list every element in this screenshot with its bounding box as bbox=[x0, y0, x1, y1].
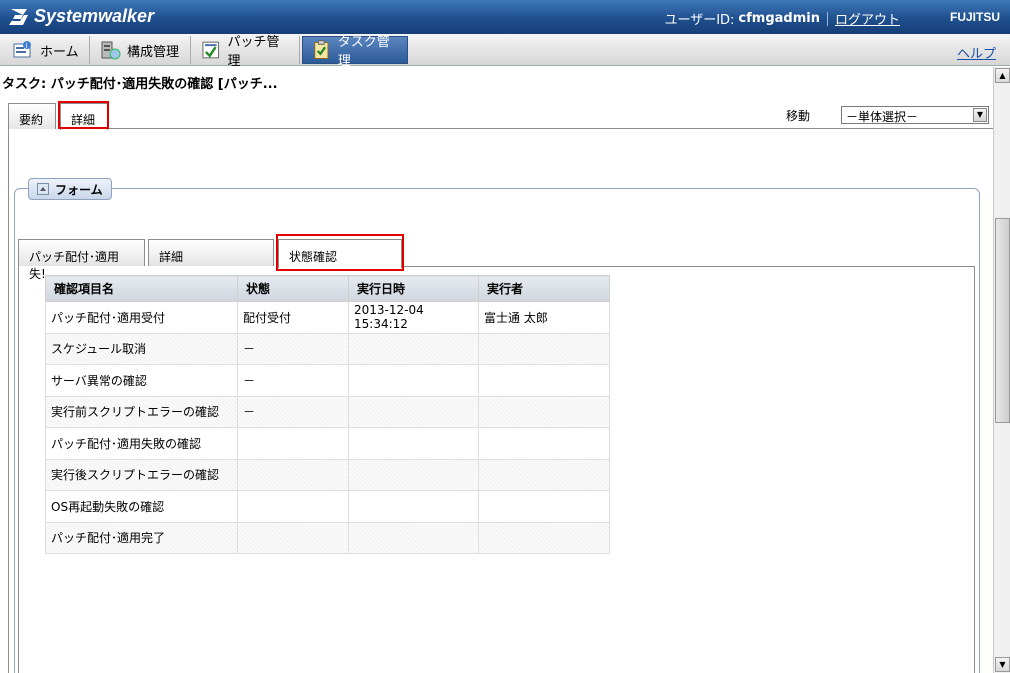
move-select[interactable]: －単体選択－ ▼ bbox=[841, 106, 989, 124]
tab-patch-failure[interactable]: パッチ配付･適用失! bbox=[18, 239, 145, 281]
cell-item: パッチ配付･適用失敗の確認 bbox=[45, 427, 238, 460]
table-row: 実行前スクリプトエラーの確認 － bbox=[45, 395, 610, 428]
scroll-thumb[interactable] bbox=[995, 218, 1010, 423]
task-icon bbox=[314, 40, 329, 59]
table-header-row: 確認項目名 状態 実行日時 実行者 bbox=[45, 275, 610, 302]
tab-form-detail[interactable]: 詳細 bbox=[148, 239, 274, 266]
move-label: 移動 bbox=[786, 109, 811, 123]
logo-text: Systemwalker bbox=[34, 6, 155, 26]
chevron-down-icon[interactable]: ▼ bbox=[973, 108, 987, 122]
cell-status bbox=[237, 490, 349, 523]
fujitsu-logo: FUJITSU bbox=[949, 10, 1000, 24]
cell-status bbox=[237, 521, 349, 554]
table-row: スケジュール取消 － bbox=[45, 332, 610, 365]
logout-link[interactable]: ログアウト bbox=[835, 9, 900, 28]
nav-task[interactable]: タスク管理 bbox=[302, 35, 408, 69]
cell-executor bbox=[478, 395, 610, 428]
cell-datetime bbox=[348, 458, 479, 491]
cell-status: － bbox=[237, 332, 349, 365]
home-icon: i bbox=[13, 41, 31, 58]
nav-patch-label: パッチ管理 bbox=[227, 35, 280, 69]
cell-status: － bbox=[237, 364, 349, 397]
divider bbox=[826, 11, 828, 26]
cell-item: 実行後スクリプトエラーの確認 bbox=[45, 458, 238, 491]
patch-icon bbox=[202, 41, 220, 59]
collapse-icon[interactable] bbox=[37, 183, 49, 195]
tab-form-detail-label: 詳細 bbox=[159, 250, 184, 264]
col-executor: 実行者 bbox=[478, 275, 610, 302]
cell-executor bbox=[478, 521, 610, 554]
nav-configuration-label: 構成管理 bbox=[127, 44, 180, 60]
col-item-name: 確認項目名 bbox=[45, 275, 238, 302]
cell-item: OS再起動失敗の確認 bbox=[45, 490, 238, 523]
app-header: Systemwalker ユーザーID: cfmgadmin ログアウト FUJ… bbox=[0, 0, 1010, 34]
nav-configuration[interactable]: 構成管理 bbox=[91, 36, 191, 64]
main-nav: i ホーム 構成管理 パッチ管理 タスク管理 ヘルプ bbox=[0, 34, 1010, 69]
page-title: タスク: パッチ配付･適用失敗の確認 [パッチ... bbox=[2, 77, 278, 92]
vertical-scrollbar[interactable]: ▲ ▼ bbox=[993, 67, 1010, 673]
cell-item: パッチ配付･適用受付 bbox=[45, 301, 238, 334]
cell-datetime bbox=[348, 490, 479, 523]
status-table: 確認項目名 状態 実行日時 実行者 パッチ配付･適用受付 配付受付 2013-1… bbox=[45, 275, 610, 554]
systemwalker-logo: Systemwalker bbox=[8, 6, 154, 27]
cell-datetime bbox=[348, 364, 479, 397]
scroll-down-icon[interactable]: ▼ bbox=[995, 657, 1010, 672]
scroll-up-icon[interactable]: ▲ bbox=[995, 68, 1010, 83]
cell-executor: 富士通 太郎 bbox=[478, 301, 610, 334]
table-row: OS再起動失敗の確認 bbox=[45, 490, 610, 523]
nav-patch[interactable]: パッチ管理 bbox=[192, 35, 300, 69]
cell-executor bbox=[478, 490, 610, 523]
user-id-label: ユーザーID: bbox=[664, 13, 735, 28]
tab-summary-label: 要約 bbox=[19, 113, 44, 127]
cell-datetime bbox=[348, 395, 479, 428]
table-row: パッチ配付･適用受付 配付受付 2013-12-04 15:34:12 富士通 … bbox=[45, 301, 610, 334]
nav-home[interactable]: i ホーム bbox=[4, 36, 90, 64]
user-id-value: cfmgadmin bbox=[738, 11, 820, 26]
cell-status: 配付受付 bbox=[237, 301, 349, 334]
cell-status bbox=[237, 427, 349, 460]
highlight-status-tab bbox=[276, 234, 404, 271]
cell-datetime: 2013-12-04 15:34:12 bbox=[348, 301, 479, 334]
cell-item: パッチ配付･適用完了 bbox=[45, 521, 238, 554]
col-status: 状態 bbox=[237, 275, 349, 302]
move-select-value: －単体選択－ bbox=[846, 110, 919, 124]
svg-text:i: i bbox=[26, 42, 28, 50]
table-row: サーバ異常の確認 － bbox=[45, 364, 610, 397]
cell-datetime bbox=[348, 427, 479, 460]
table-row: 実行後スクリプトエラーの確認 bbox=[45, 458, 610, 491]
cell-executor bbox=[478, 427, 610, 460]
main-content: タスク: パッチ配付･適用失敗の確認 [パッチ... 要約 詳細 移動 －単体選… bbox=[0, 67, 993, 673]
cell-item: 実行前スクリプトエラーの確認 bbox=[45, 395, 238, 428]
cell-item: スケジュール取消 bbox=[45, 332, 238, 365]
help-link[interactable]: ヘルプ bbox=[957, 43, 996, 62]
cell-executor bbox=[478, 364, 610, 397]
col-executed-at: 実行日時 bbox=[348, 275, 479, 302]
cell-status bbox=[237, 458, 349, 491]
table-row: パッチ配付･適用失敗の確認 bbox=[45, 427, 610, 460]
user-area: ユーザーID: cfmgadmin ログアウト bbox=[664, 9, 900, 28]
cell-status: － bbox=[237, 395, 349, 428]
form-legend-label: フォーム bbox=[55, 182, 103, 197]
nav-task-label: タスク管理 bbox=[337, 35, 390, 69]
tab-summary[interactable]: 要約 bbox=[8, 103, 56, 129]
highlight-detail-tab bbox=[58, 101, 109, 129]
cell-executor bbox=[478, 458, 610, 491]
cell-executor bbox=[478, 332, 610, 365]
form-legend-toggle[interactable]: フォーム bbox=[28, 178, 112, 200]
nav-home-label: ホーム bbox=[40, 44, 79, 60]
table-row: パッチ配付･適用完了 bbox=[45, 521, 610, 554]
panel-border bbox=[8, 128, 9, 673]
tab-divider bbox=[108, 128, 993, 129]
systemwalker-logo-icon bbox=[8, 7, 30, 27]
server-icon bbox=[101, 41, 121, 60]
cell-item: サーバ異常の確認 bbox=[45, 364, 238, 397]
cell-datetime bbox=[348, 521, 479, 554]
cell-datetime bbox=[348, 332, 479, 365]
